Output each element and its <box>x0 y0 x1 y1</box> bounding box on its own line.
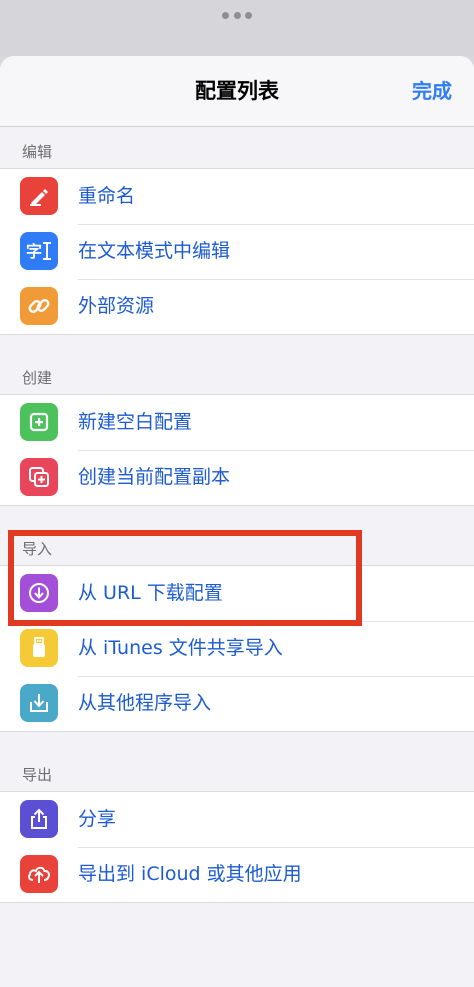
edit-group: 重命名 字 在文本模式中编辑 外部资源 <box>0 168 474 335</box>
new-blank-config-row[interactable]: 新建空白配置 <box>0 395 474 450</box>
rename-label: 重命名 <box>78 185 136 207</box>
external-resources-row[interactable]: 外部资源 <box>0 279 474 334</box>
rename-row[interactable]: 重命名 <box>0 169 474 224</box>
new-blank-config-label: 新建空白配置 <box>78 411 193 433</box>
import-other-app-label: 从其他程序导入 <box>78 692 212 714</box>
background-sheet-top <box>0 0 474 56</box>
import-tray-icon <box>20 684 58 722</box>
page-title: 配置列表 <box>195 79 279 103</box>
share-icon <box>20 800 58 838</box>
export-icloud-row[interactable]: 导出到 iCloud 或其他应用 <box>0 847 474 902</box>
plus-square-icon <box>20 403 58 441</box>
import-group: 从 URL 下载配置 从 iTunes 文件共享导入 从其他程序导入 <box>0 565 474 732</box>
link-icon <box>20 287 58 325</box>
share-label: 分享 <box>78 808 117 830</box>
done-button[interactable]: 完成 <box>412 56 452 126</box>
export-icloud-label: 导出到 iCloud 或其他应用 <box>78 863 302 885</box>
download-from-url-row[interactable]: 从 URL 下载配置 <box>0 566 474 621</box>
export-group: 分享 导出到 iCloud 或其他应用 <box>0 791 474 903</box>
duplicate-icon <box>20 458 58 496</box>
section-header-import: 导入 <box>22 540 53 558</box>
itunes-import-label: 从 iTunes 文件共享导入 <box>78 637 283 659</box>
rename-pencil-icon <box>20 177 58 215</box>
edit-text-mode-label: 在文本模式中编辑 <box>78 240 231 262</box>
cloud-upload-icon <box>20 855 58 893</box>
duplicate-config-label: 创建当前配置副本 <box>78 466 231 488</box>
share-row[interactable]: 分享 <box>0 792 474 847</box>
itunes-import-row[interactable]: 从 iTunes 文件共享导入 <box>0 621 474 676</box>
navigation-bar: 配置列表 完成 <box>0 56 474 127</box>
more-options-icon[interactable] <box>222 10 252 20</box>
external-resources-label: 外部资源 <box>78 295 155 317</box>
edit-text-mode-row[interactable]: 字 在文本模式中编辑 <box>0 224 474 279</box>
import-other-app-row[interactable]: 从其他程序导入 <box>0 676 474 731</box>
download-circle-icon <box>20 574 58 612</box>
create-group: 新建空白配置 创建当前配置副本 <box>0 394 474 506</box>
duplicate-config-row[interactable]: 创建当前配置副本 <box>0 450 474 505</box>
usb-drive-icon <box>20 629 58 667</box>
text-cursor-icon: 字 <box>20 232 58 270</box>
section-header-create: 创建 <box>22 369 53 387</box>
download-from-url-label: 从 URL 下载配置 <box>78 582 223 604</box>
config-list-sheet: 配置列表 完成 编辑 重命名 字 在文本模式中编辑 外部资源 创建 新建空白配置… <box>0 56 474 987</box>
section-header-edit: 编辑 <box>22 143 53 161</box>
svg-text:字: 字 <box>26 242 42 261</box>
section-header-export: 导出 <box>22 766 53 784</box>
